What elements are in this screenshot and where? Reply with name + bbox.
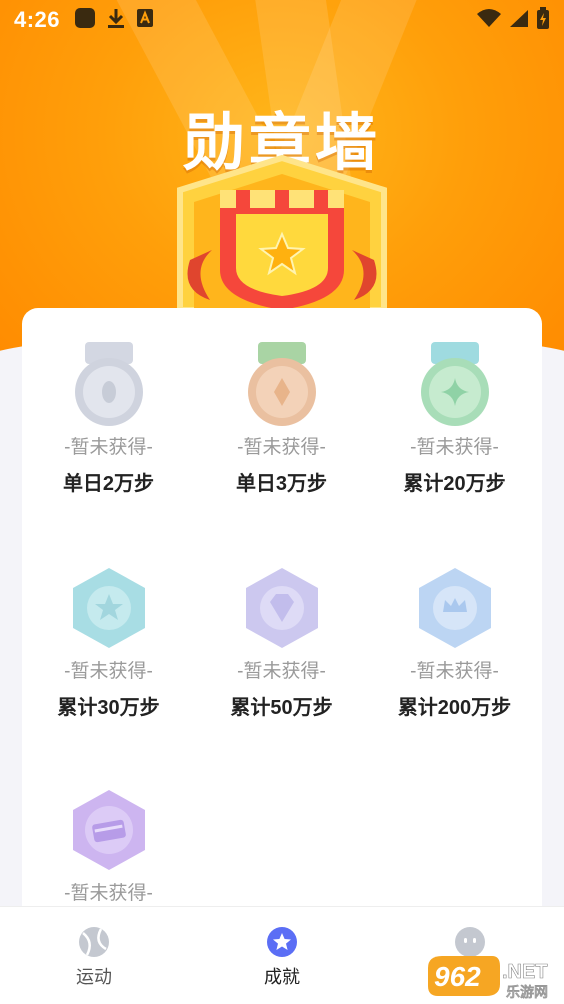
medal-name: 累计200万步 bbox=[397, 697, 512, 719]
medal-status: -暂未获得- bbox=[64, 661, 153, 682]
medal-status: -暂未获得- bbox=[237, 661, 326, 682]
font-a-icon bbox=[136, 8, 154, 33]
watermark-number: 962 bbox=[434, 961, 481, 992]
blue-crown-hexagon-medal-icon bbox=[418, 568, 491, 648]
app-notification-icon bbox=[74, 7, 96, 34]
medal-item[interactable]: -暂未获得- bbox=[22, 786, 195, 905]
medal-name: 单日2万步 bbox=[62, 473, 155, 495]
medal-item[interactable]: -暂未获得- 单日3万步 bbox=[195, 340, 368, 496]
battery-icon bbox=[536, 6, 550, 35]
medal-name: 累计20万步 bbox=[403, 473, 506, 495]
silver-ribbon-medal-icon bbox=[74, 342, 143, 426]
status-bar: 4:26 bbox=[0, 0, 564, 40]
medal-status: -暂未获得- bbox=[64, 437, 153, 458]
green-ribbon-medal-icon bbox=[420, 342, 489, 426]
tab-exercise[interactable]: 运动 bbox=[0, 907, 188, 1004]
watermark-sub: 乐游网 bbox=[506, 984, 548, 1000]
medal-name: 累计30万步 bbox=[57, 697, 160, 719]
medal-status: -暂未获得- bbox=[410, 437, 499, 458]
download-icon bbox=[106, 7, 126, 34]
medal-item[interactable]: -暂未获得- 累计30万步 bbox=[22, 564, 195, 720]
status-time: 4:26 bbox=[14, 7, 61, 32]
medal-item[interactable]: -暂未获得- 累计50万步 bbox=[195, 564, 368, 720]
wifi-icon bbox=[476, 8, 502, 33]
violet-card-hexagon-medal-icon bbox=[72, 790, 145, 870]
teal-star-hexagon-medal-icon bbox=[72, 568, 145, 648]
medal-wall-card: -暂未获得- 单日2万步 -暂未获得- 单日3万步 -暂未获得- 累计20万步 bbox=[22, 308, 542, 948]
tab-label: 成就 bbox=[264, 967, 300, 987]
medal-item[interactable]: -暂未获得- 累计20万步 bbox=[368, 340, 541, 496]
medal-status: -暂未获得- bbox=[237, 437, 326, 458]
medal-item[interactable]: -暂未获得- 累计200万步 bbox=[368, 564, 541, 720]
medal-status: -暂未获得- bbox=[410, 661, 499, 682]
star-badge-icon bbox=[267, 927, 297, 957]
medal-name: 累计50万步 bbox=[230, 697, 333, 719]
bronze-ribbon-medal-icon bbox=[247, 342, 316, 426]
purple-diamond-hexagon-medal-icon bbox=[245, 568, 318, 648]
signal-icon bbox=[508, 8, 530, 33]
medal-status: -暂未获得- bbox=[64, 883, 153, 904]
tab-label: 运动 bbox=[76, 967, 112, 987]
medal-item[interactable]: -暂未获得- 单日2万步 bbox=[22, 340, 195, 496]
watermark-suffix: .NET bbox=[502, 961, 548, 983]
watermark-logo: 962 .NET 乐游网 bbox=[426, 954, 560, 1001]
medal-name: 单日3万步 bbox=[235, 473, 328, 495]
tab-achievements[interactable]: 成就 bbox=[188, 907, 376, 1004]
ball-icon bbox=[79, 927, 109, 957]
